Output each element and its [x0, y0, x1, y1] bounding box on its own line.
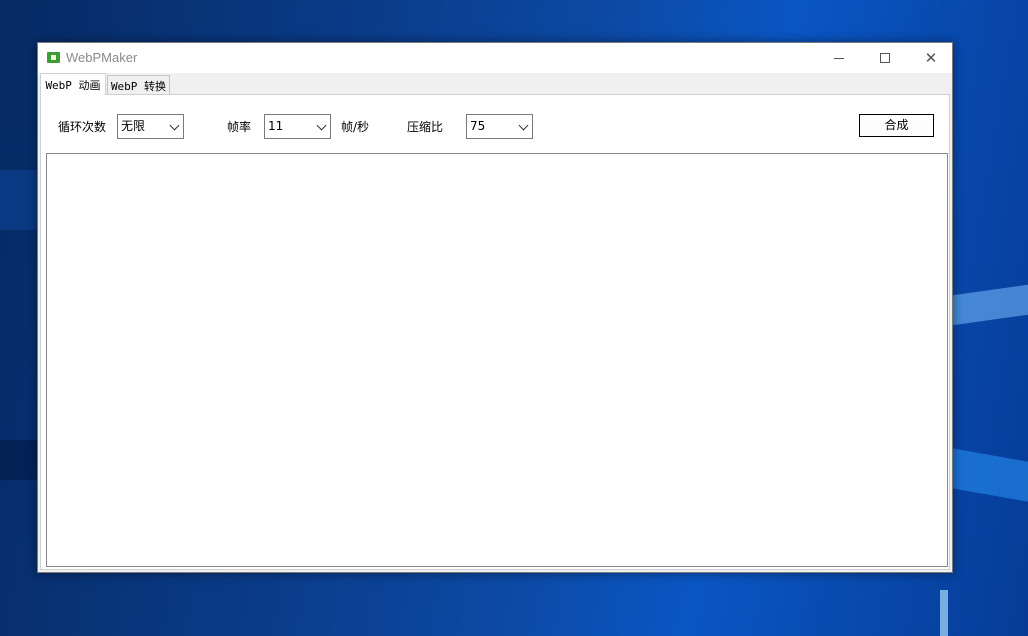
- compression-label: 压缩比: [407, 120, 444, 134]
- frame-rate-label: 帧率: [227, 120, 252, 134]
- frame-rate-unit: 帧/秒: [341, 120, 370, 134]
- loop-count-label: 循环次数: [58, 120, 107, 134]
- loop-count-value: 无限: [121, 119, 146, 133]
- tab-strip: WebP 动画 WebP 转换: [40, 73, 950, 95]
- minimize-button[interactable]: [816, 43, 862, 73]
- loop-count-select[interactable]: 无限: [117, 114, 184, 139]
- chevron-down-icon: [518, 120, 529, 131]
- animation-panel: 循环次数 无限 帧率 11 帧/秒 压缩比 75 合成: [40, 94, 950, 570]
- frame-rate-select[interactable]: 11: [264, 114, 331, 139]
- maximize-button[interactable]: [862, 43, 908, 73]
- chevron-down-icon: [316, 120, 327, 131]
- tab-webp-animation[interactable]: WebP 动画: [40, 73, 106, 95]
- close-button[interactable]: ✕: [908, 43, 954, 73]
- close-icon: ✕: [924, 48, 938, 67]
- minimize-icon: [834, 57, 844, 59]
- compression-value: 75: [470, 119, 486, 133]
- tab-webp-convert[interactable]: WebP 转换: [107, 75, 170, 95]
- compression-select[interactable]: 75: [466, 114, 533, 139]
- frame-rate-value: 11: [268, 119, 284, 133]
- maximize-icon: [880, 53, 890, 63]
- chevron-down-icon: [169, 120, 180, 131]
- app-window: WebPMaker ✕ WebP 动画 WebP 转换 循环次数 无限 帧率 1…: [37, 42, 953, 573]
- image-list-area[interactable]: [46, 153, 948, 567]
- app-icon: [47, 52, 60, 63]
- title-bar[interactable]: WebPMaker ✕: [38, 43, 952, 73]
- compose-button[interactable]: 合成: [859, 114, 934, 137]
- window-title: WebPMaker: [66, 50, 138, 65]
